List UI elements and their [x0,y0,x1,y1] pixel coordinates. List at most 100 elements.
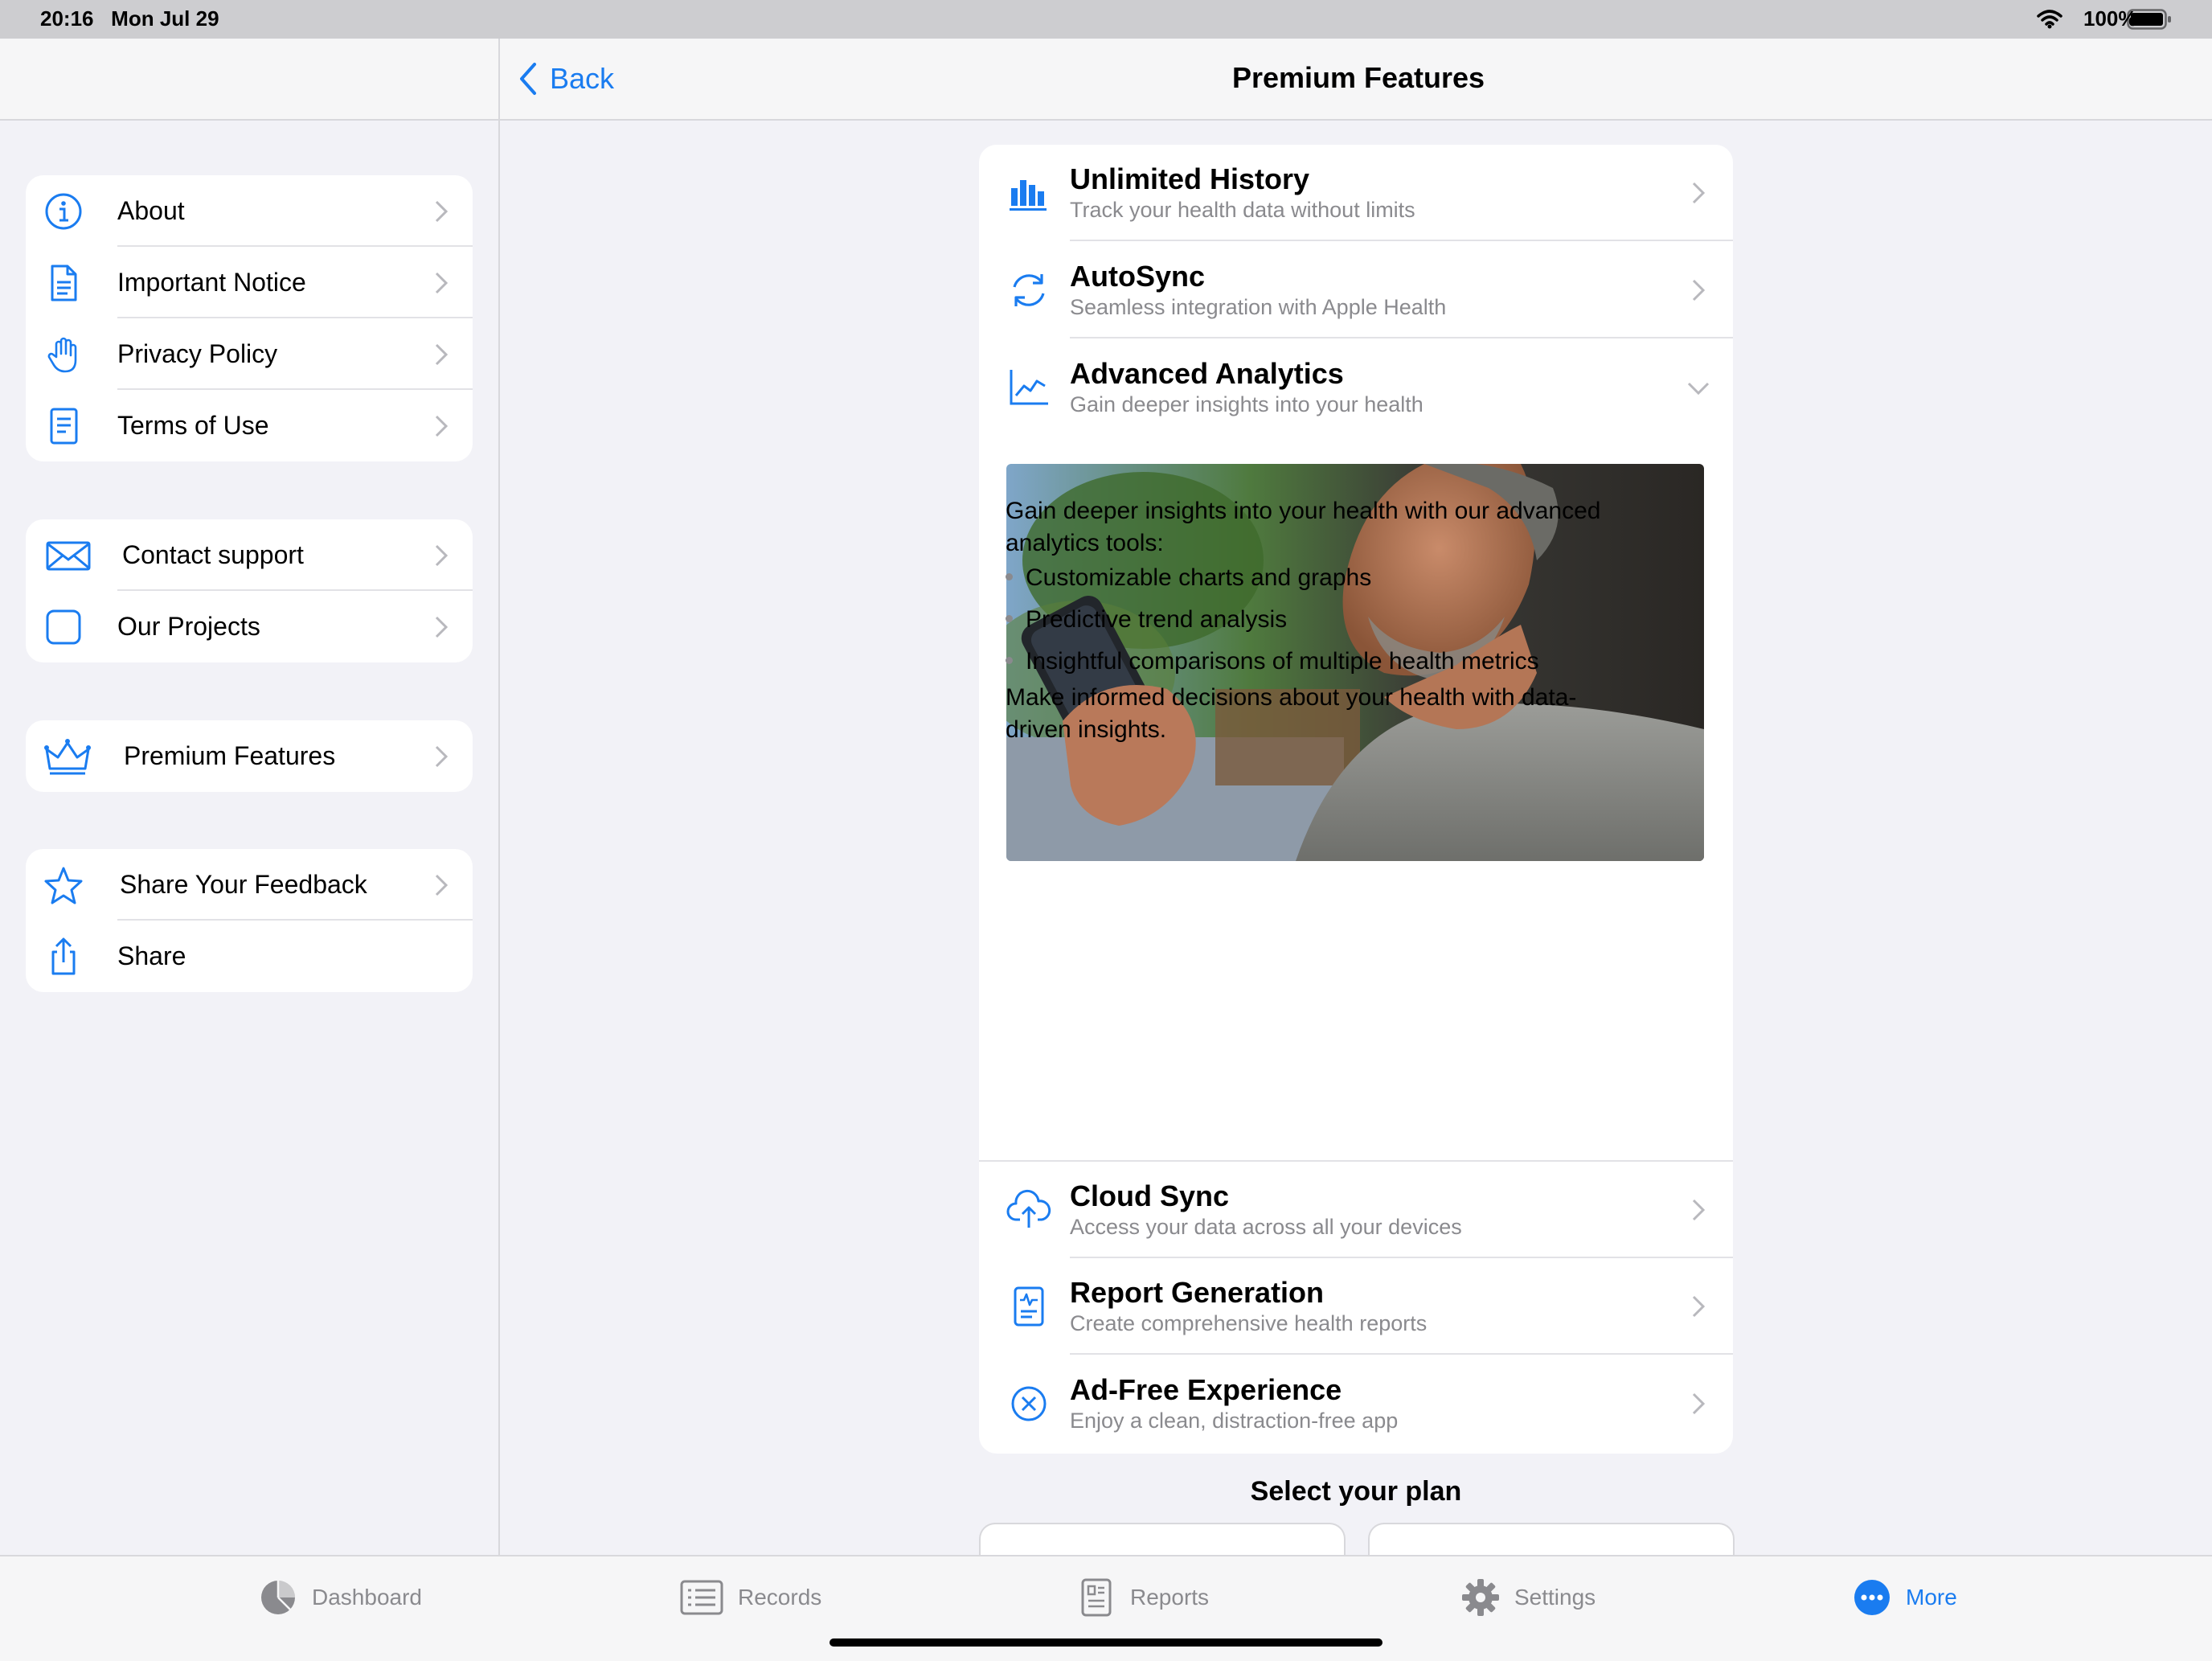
plan-section-title: Select your plan [1250,1476,1462,1507]
sidebar-item-our-projects[interactable]: Our Projects [26,591,473,662]
feature-row-advanced-analytics[interactable]: Advanced Analytics Gain deeper insights … [979,339,1733,436]
chevron-right-icon [1692,1392,1706,1415]
feature-row-autosync[interactable]: AutoSync Seamless integration with Apple… [979,242,1733,338]
sync-icon [1013,274,1045,306]
chevron-right-icon [435,343,449,366]
pie-chart-icon [261,1581,295,1614]
sidebar-header [0,39,498,121]
chevron-right-icon [435,874,449,896]
chevron-right-icon [1692,1199,1706,1221]
sidebar-item-label: Contact support [122,540,304,569]
tab-more[interactable]: More [1853,1576,1957,1619]
chevron-right-icon [435,200,449,223]
feature-subtitle: Seamless integration with Apple Health [1070,295,1447,319]
sidebar-group-legal: About Important Notice Privacy Policy Te… [26,175,473,461]
chevron-right-icon [435,616,449,638]
status-bar: 20:16 Mon Jul 29 100% [0,0,2212,39]
envelope-icon [46,541,91,571]
sidebar-item-label: Our Projects [117,612,260,641]
report-icon [1014,1286,1044,1327]
chevron-right-icon [1692,279,1706,301]
analytics-bullet: Insightful comparisons of multiple healt… [1006,648,1539,675]
page-title: Premium Features [1231,61,1485,94]
analytics-intro: Gain deeper insights into your health wi… [1006,498,1601,556]
chevron-right-icon [435,415,449,437]
feature-subtitle: Gain deeper insights into your health [1070,392,1423,416]
feature-subtitle: Create comprehensive health reports [1070,1311,1428,1335]
x-circle-icon [1011,1386,1047,1421]
chevron-right-icon [435,544,449,567]
gear-icon [1462,1579,1499,1616]
feature-title: Cloud Sync [1070,1179,1230,1212]
sidebar-item-about[interactable]: About [26,175,473,247]
chevron-left-icon [520,63,536,95]
document-icon [51,265,77,301]
sidebar-item-label: About [117,196,185,225]
chevron-right-icon [1692,1295,1706,1318]
feature-title: Advanced Analytics [1070,357,1344,390]
feature-row-report-generation[interactable]: Report Generation Create comprehensive h… [979,1258,1733,1355]
tab-label: Records [738,1585,822,1610]
tab-settings[interactable]: Settings [1461,1576,1596,1619]
home-indicator [830,1638,1382,1647]
tab-records[interactable]: Records [680,1576,821,1619]
sidebar-item-premium-features[interactable]: Premium Features [26,720,473,792]
feature-subtitle: Track your health data without limits [1070,198,1415,222]
tab-reports[interactable]: Reports [1077,1576,1209,1619]
sidebar-item-label: Terms of Use [117,411,269,440]
tab-label: Dashboard [312,1585,422,1610]
more-icon [1854,1580,1890,1615]
sidebar-item-privacy-policy[interactable]: Privacy Policy [26,318,473,390]
chevron-down-icon [1687,382,1710,396]
wifi-icon [2037,10,2062,29]
feature-title: AutoSync [1070,260,1206,293]
share-icon [51,937,76,975]
sidebar-item-label: Privacy Policy [117,339,278,368]
sidebar-item-share-feedback[interactable]: Share Your Feedback [26,849,473,921]
feature-title: Report Generation [1070,1276,1325,1309]
star-icon [44,867,83,904]
feature-subtitle: Access your data across all your devices [1070,1215,1462,1239]
list-icon [680,1580,723,1615]
tab-dashboard[interactable]: Dashboard [259,1576,422,1619]
list-document-icon [50,408,78,445]
sidebar-group-support: Contact support Our Projects [26,519,473,662]
cloud-upload-icon [1006,1189,1051,1228]
feature-title: Ad-Free Experience [1070,1373,1342,1406]
chevron-right-icon [435,272,449,294]
tab-label: Settings [1514,1585,1596,1610]
crown-icon [44,739,91,775]
info-circle-icon [45,193,82,230]
feature-row-ad-free[interactable]: Ad-Free Experience Enjoy a clean, distra… [979,1355,1733,1452]
back-button[interactable]: Back [518,56,614,101]
sidebar-item-label: Share [117,941,186,970]
sidebar-item-share[interactable]: Share [26,921,473,992]
report-doc-icon [1081,1578,1112,1617]
features-card: Unlimited History Track your health data… [979,145,1733,1454]
square-icon [46,609,81,645]
line-chart-icon [1010,370,1048,405]
tab-label: More [1906,1585,1957,1610]
sidebar-item-label: Share Your Feedback [120,870,367,899]
sidebar-item-terms-of-use[interactable]: Terms of Use [26,390,473,461]
chevron-right-icon [435,745,449,768]
analytics-bullet: Customizable charts and graphs [1006,564,1371,592]
feature-row-cloud-sync[interactable]: Cloud Sync Access your data across all y… [979,1160,1733,1258]
sidebar-item-label: Premium Features [124,741,336,770]
tab-label: Reports [1130,1585,1210,1610]
sidebar-item-contact-support[interactable]: Contact support [26,519,473,591]
sidebar-item-important-notice[interactable]: Important Notice [26,247,473,318]
sidebar-group-premium: Premium Features [26,720,473,792]
status-time: 20:16 Mon Jul 29 [40,6,219,31]
chevron-right-icon [1692,182,1706,204]
battery-icon [2127,9,2171,30]
hand-icon [47,337,77,373]
sidebar-group-share: Share Your Feedback Share [26,849,473,992]
feature-row-unlimited-history[interactable]: Unlimited History Track your health data… [979,145,1733,241]
feature-title: Unlimited History [1070,162,1310,195]
sidebar-item-label: Important Notice [117,268,306,297]
feature-subtitle: Enjoy a clean, distraction-free app [1070,1409,1399,1433]
back-label: Back [550,62,615,95]
bar-chart-icon [1010,180,1047,211]
analytics-outro: Make informed decisions about your healt… [1006,684,1577,743]
